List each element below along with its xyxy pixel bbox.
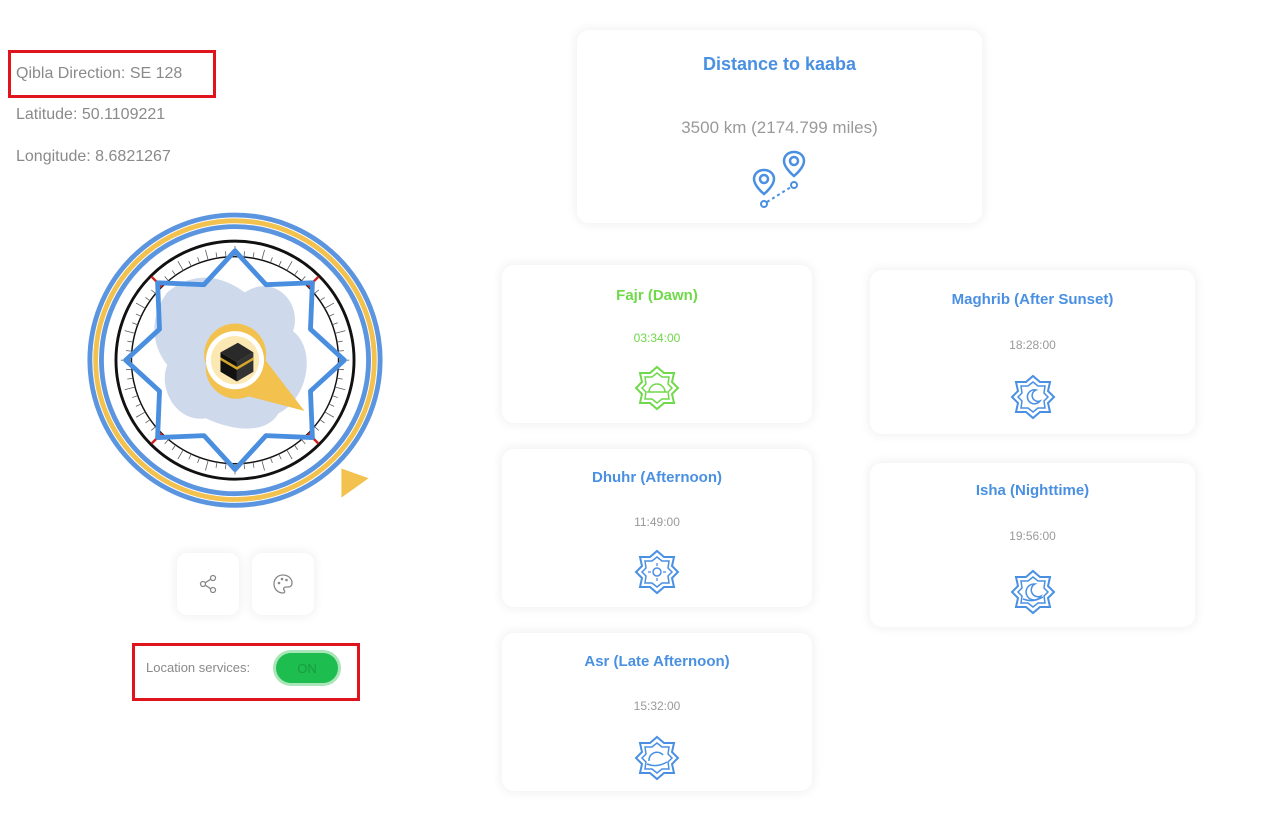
latitude: Latitude: 50.1109221 (16, 106, 166, 123)
distance-card: Distance to kaaba 3500 km (2174.799 mile… (577, 30, 982, 223)
isha-icon (1010, 569, 1055, 615)
share-button[interactable] (177, 553, 239, 615)
prayer-name: Dhuhr (Afternoon) (592, 469, 722, 486)
compass-tick (338, 368, 344, 371)
prayer-time: 15:32:00 (633, 699, 681, 713)
map-pins-icon (752, 150, 805, 208)
prayer-time: 03:34:00 (633, 331, 681, 345)
heading-indicator (341, 468, 369, 498)
qibla-compass (86, 212, 384, 509)
moon-icon (1010, 374, 1055, 420)
prayer-time: 18:28:00 (1009, 338, 1056, 352)
highlight-box-qibla (8, 50, 216, 98)
prayer-name: Maghrib (After Sunset) (951, 291, 1114, 308)
share-icon (199, 574, 217, 594)
compass-tick (243, 463, 245, 470)
highlight-box-location (132, 643, 360, 701)
prayer-card-maghrib: Maghrib (After Sunset) 18:28:00 (870, 270, 1195, 434)
compass-tick (225, 463, 227, 470)
compass-tick (243, 251, 245, 258)
prayer-name: Fajr (Dawn) (616, 287, 698, 304)
prayer-name: Isha (Nighttime) (975, 482, 1090, 499)
prayer-time: 11:49:00 (634, 515, 680, 529)
asr-icon (634, 735, 680, 781)
prayer-card-isha: Isha (Nighttime) 19:56:00 (870, 463, 1195, 627)
longitude: Longitude: 8.6821267 (16, 148, 171, 165)
fajr-icon (634, 365, 680, 411)
distance-value: 3500 km (2174.799 miles) (681, 118, 878, 137)
compass-tick (126, 350, 132, 352)
prayer-card-dhuhr: Dhuhr (Afternoon) 11:49:00 (502, 449, 812, 607)
compass-tick (126, 368, 132, 371)
prayer-time: 19:56:00 (1009, 529, 1056, 543)
distance-title: Distance to kaaba (702, 54, 857, 74)
prayer-name: Asr (Late Afternoon) (584, 653, 730, 670)
compass-tick (225, 251, 227, 258)
palette-button[interactable] (252, 553, 314, 615)
prayer-card-asr: Asr (Late Afternoon) 15:32:00 (502, 633, 812, 791)
compass-tick (338, 350, 344, 352)
prayer-card-fajr: Fajr (Dawn) 03:34:00 (502, 265, 812, 423)
sun-icon (634, 549, 680, 595)
palette-icon (273, 574, 293, 594)
